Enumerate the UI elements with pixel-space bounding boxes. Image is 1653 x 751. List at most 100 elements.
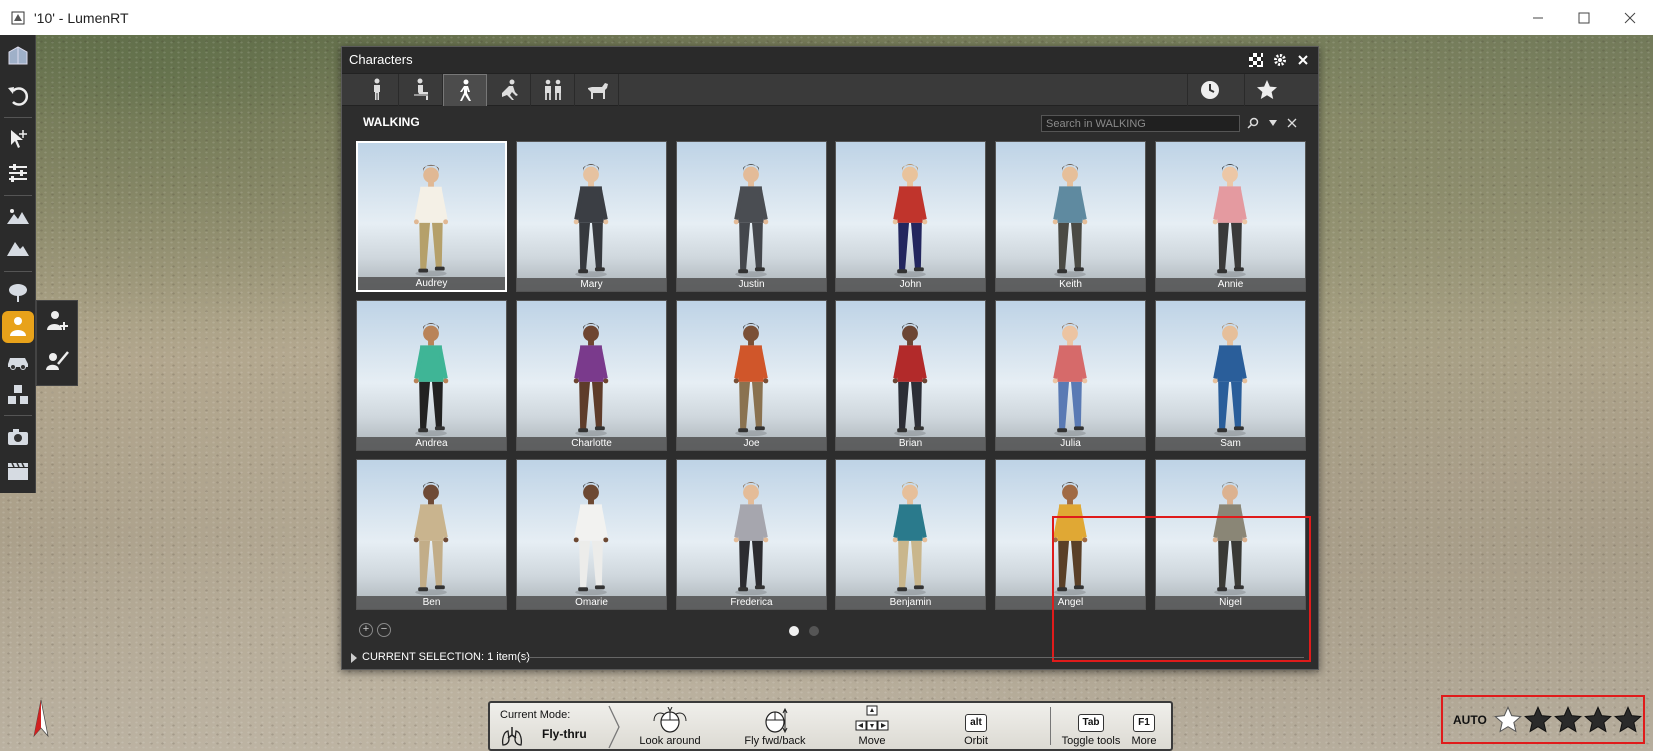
character-tile[interactable]: Ben	[356, 459, 507, 610]
expand-triangle-icon	[351, 653, 357, 663]
tree-button[interactable]	[2, 277, 34, 309]
compass[interactable]	[30, 698, 52, 740]
settings-button[interactable]	[1271, 51, 1289, 69]
app-icon	[10, 10, 26, 26]
close-window-button[interactable]	[1607, 0, 1653, 35]
select-move-button[interactable]	[2, 123, 34, 155]
star-icon[interactable]	[1523, 705, 1553, 735]
character-tile[interactable]: Keith	[995, 141, 1146, 292]
character-tile[interactable]: Charlotte	[516, 300, 667, 451]
star-icon[interactable]	[1553, 705, 1583, 735]
character-tile[interactable]: Julia	[995, 300, 1146, 451]
animals-icon	[587, 83, 608, 99]
character-name-label: Angel	[996, 596, 1145, 609]
character-button[interactable]	[2, 311, 34, 343]
character-figure	[1052, 482, 1088, 596]
mode-separator-arrow	[608, 705, 620, 749]
car-button[interactable]	[2, 345, 34, 377]
undo-button[interactable]	[2, 79, 34, 111]
panel-close-button[interactable]	[1294, 51, 1312, 69]
window-titlebar: '10' - LumenRT	[0, 0, 1653, 35]
clear-search-button[interactable]	[1284, 115, 1300, 131]
tab-animals[interactable]	[575, 74, 619, 106]
zoom-out-button[interactable]: −	[377, 623, 391, 637]
objects-button[interactable]	[2, 379, 34, 411]
scene-button[interactable]	[2, 41, 34, 73]
tab-sitting[interactable]	[399, 74, 443, 106]
tab-walking[interactable]	[443, 74, 487, 106]
category-tabs	[342, 73, 1318, 106]
move-hint: Move	[850, 703, 894, 749]
more-label: More	[1131, 735, 1157, 747]
lungs-icon	[502, 727, 522, 746]
star-icon[interactable]	[1583, 705, 1613, 735]
chevron-down-icon	[1269, 120, 1277, 126]
landscape-button[interactable]	[2, 201, 34, 233]
checker-icon	[1249, 53, 1263, 67]
add-character-button[interactable]	[41, 305, 73, 337]
current-mode-label: Current Mode:	[500, 709, 571, 721]
close-icon	[1287, 118, 1297, 128]
paint-character-button[interactable]	[41, 345, 73, 377]
checker-button[interactable]	[1247, 51, 1265, 69]
minimize-button[interactable]	[1515, 0, 1561, 35]
search-input[interactable]	[1041, 115, 1240, 132]
recent-button[interactable]	[1187, 74, 1231, 106]
tab-activity[interactable]	[487, 74, 531, 106]
window-title: '10' - LumenRT	[34, 9, 129, 26]
character-name-label: Joe	[677, 437, 826, 450]
character-tile[interactable]: Frederica	[676, 459, 827, 610]
character-figure	[892, 164, 928, 278]
fly-fwd-back-label: Fly fwd/back	[744, 735, 806, 747]
character-tile[interactable]: Omarie	[516, 459, 667, 610]
search-icon	[1247, 117, 1259, 129]
character-figure	[1212, 482, 1248, 596]
star-icon[interactable]	[1493, 705, 1523, 735]
character-tile[interactable]: Justin	[676, 141, 827, 292]
character-tile[interactable]: Brian	[835, 300, 986, 451]
search-button[interactable]	[1245, 115, 1261, 131]
character-figure	[1052, 164, 1088, 278]
character-tile[interactable]: John	[835, 141, 986, 292]
character-tile[interactable]: Nigel	[1155, 459, 1306, 610]
character-name-label: Justin	[677, 278, 826, 291]
character-name-label: Frederica	[677, 596, 826, 609]
quality-auto-label[interactable]: AUTO	[1453, 713, 1487, 727]
compass-icon	[33, 699, 49, 738]
character-tile[interactable]: Andrea	[356, 300, 507, 451]
camera-button[interactable]	[2, 421, 34, 453]
character-tile[interactable]: Sam	[1155, 300, 1306, 451]
character-tile[interactable]: Joe	[676, 300, 827, 451]
section-bar: WALKING	[342, 107, 1318, 137]
character-name-label: Andrea	[357, 437, 506, 450]
character-name-label: Audrey	[358, 277, 505, 290]
terrain-button[interactable]	[2, 233, 34, 265]
tab-standing[interactable]	[355, 74, 399, 106]
character-name-label: Mary	[517, 278, 666, 291]
character-figure	[733, 323, 769, 437]
character-figure	[573, 482, 609, 596]
filter-dropdown-button[interactable]	[1265, 115, 1281, 131]
f1-key: F1	[1133, 714, 1155, 732]
maximize-button[interactable]	[1561, 0, 1607, 35]
zoom-in-button[interactable]: +	[359, 623, 373, 637]
adjust-button[interactable]	[2, 157, 34, 189]
character-tile[interactable]: Benjamin	[835, 459, 986, 610]
page-dot[interactable]	[809, 626, 819, 636]
character-tile[interactable]: Mary	[516, 141, 667, 292]
movie-button[interactable]	[2, 455, 34, 487]
tab-groups[interactable]	[531, 74, 575, 106]
current-selection-bar[interactable]: CURRENT SELECTION: 1 item(s)	[342, 647, 1318, 669]
character-tile[interactable]: Annie	[1155, 141, 1306, 292]
current-selection-label: CURRENT SELECTION: 1 item(s)	[362, 651, 530, 663]
current-mode[interactable]: Current Mode: Fly-thru	[498, 707, 608, 749]
more-hint[interactable]: F1 More	[1127, 703, 1161, 749]
panel-title: Characters	[349, 52, 413, 67]
groups-icon	[544, 79, 561, 100]
character-tile[interactable]: Angel	[995, 459, 1146, 610]
favorites-button[interactable]	[1244, 74, 1288, 106]
page-dot[interactable]	[789, 626, 799, 636]
star-icon[interactable]	[1613, 705, 1643, 735]
character-tile[interactable]: Audrey	[356, 141, 507, 292]
character-figure	[1212, 323, 1248, 437]
